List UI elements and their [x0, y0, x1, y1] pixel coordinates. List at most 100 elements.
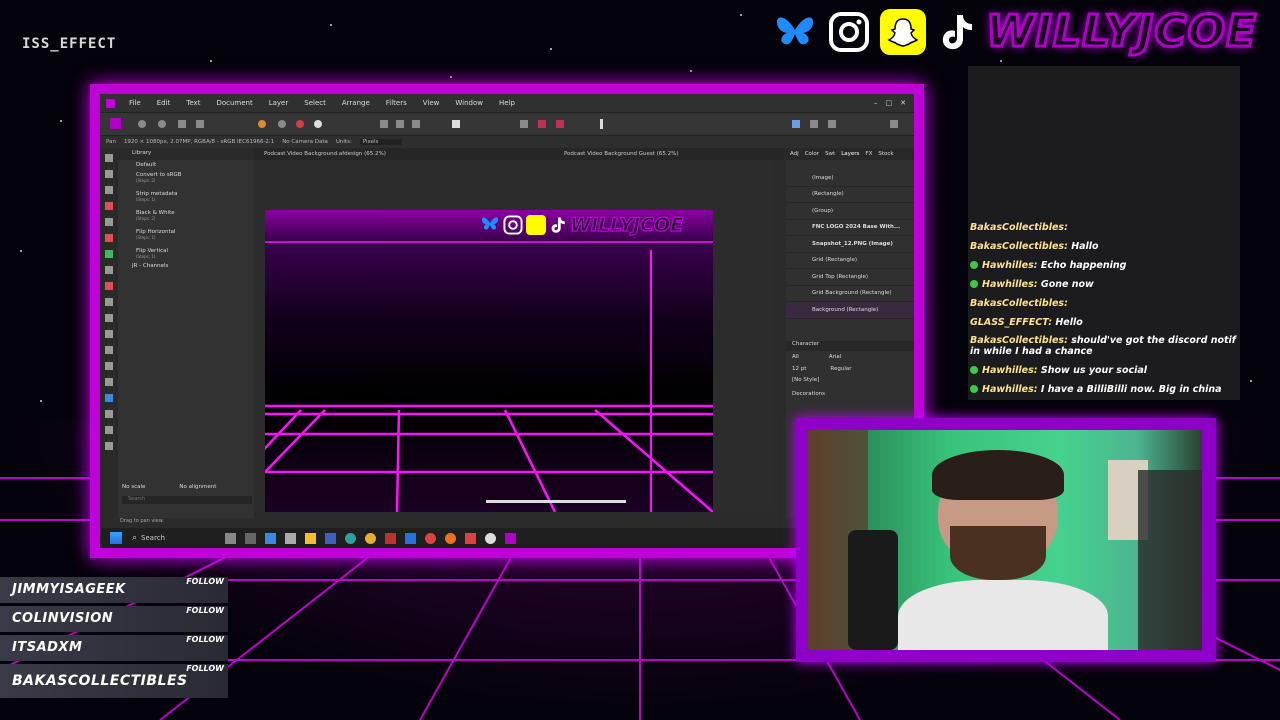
windows-start-icon[interactable]: [110, 532, 122, 544]
font-family-select[interactable]: Arial: [829, 354, 841, 360]
status-hint: Drag to pan view.: [120, 518, 164, 524]
taskbar-app-icon[interactable]: [425, 532, 437, 544]
recent-follower: JIMMYISAGEEK FOLLOW: [0, 577, 228, 603]
chat-message: Hawhilles: Echo happening: [970, 260, 1126, 271]
chat-message: Hawhilles: I have a BilliBilli now. Big …: [970, 384, 1222, 395]
chat-message: BakasCollectibles:: [970, 222, 1068, 233]
moderator-badge-icon: [970, 385, 978, 393]
menu-window[interactable]: Window: [447, 99, 491, 107]
search-icon: ⌕: [132, 533, 138, 543]
recent-follower: ITSADXM FOLLOW: [0, 635, 228, 661]
moderator-badge-icon: [970, 280, 978, 288]
tab-fx[interactable]: FX: [865, 151, 872, 157]
taskbar-app-icon[interactable]: [245, 532, 257, 544]
taskbar-app-icon[interactable]: [285, 532, 297, 544]
horizontal-scrollbar[interactable]: [486, 500, 626, 503]
pan-label: Pan: [106, 139, 116, 145]
taskbar-app-icon[interactable]: [405, 532, 417, 544]
tab-color[interactable]: Color: [805, 151, 819, 157]
canvas-area[interactable]: WILLYJCOE: [254, 160, 774, 512]
layer-row[interactable]: FNC LOGO 2024 Base With...: [786, 220, 914, 236]
taskbar-app-icon[interactable]: [465, 532, 477, 544]
layer-row[interactable]: (Rectangle): [786, 187, 914, 203]
taskbar-app-icon[interactable]: [265, 532, 277, 544]
recent-follower: BAKASCOLLECTIBLES FOLLOW: [0, 664, 228, 698]
library-item[interactable]: Strip metadata (Steps: 1): [118, 189, 254, 202]
overlay-top-left-text: ISS_EFFECT: [22, 36, 117, 52]
tools-panel: [100, 148, 118, 518]
moderator-badge-icon: [970, 366, 978, 374]
panel-tabs: Adj Color Swt Layers FX Stock: [786, 148, 914, 160]
taskbar-app-icon[interactable]: [385, 532, 397, 544]
camera-info: No Camera Data: [282, 139, 328, 145]
edge-icon[interactable]: [345, 532, 357, 544]
menu-help[interactable]: Help: [491, 99, 523, 107]
chat-message: GLASS_EFFECT: Hello: [970, 317, 1083, 328]
library-item[interactable]: Flip Vertical (Steps: 1): [118, 246, 254, 259]
layer-row[interactable]: Snapshot_12.PNG (Image): [786, 236, 914, 253]
document-tabs: Podcast Video Background.afdesign (65.2%…: [254, 148, 784, 160]
character-scope-select[interactable]: All: [792, 354, 799, 360]
library-search-input[interactable]: Search: [122, 496, 252, 504]
library-title: Library: [118, 148, 254, 160]
tab-adjustments[interactable]: Adj: [790, 151, 799, 157]
layer-row[interactable]: Grid (Rectangle): [786, 253, 914, 269]
minimize-icon[interactable]: –: [870, 99, 882, 107]
menu-text[interactable]: Text: [178, 99, 208, 107]
menu-filters[interactable]: Filters: [378, 99, 415, 107]
chat-message: Hawhilles: Gone now: [970, 279, 1094, 290]
close-icon[interactable]: ✕: [896, 99, 914, 107]
tab-stock[interactable]: Stock: [878, 151, 893, 157]
tab-layers[interactable]: Layers: [841, 151, 859, 157]
library-item[interactable]: Convert to sRGB (Steps: 2): [118, 170, 254, 183]
menu-file[interactable]: File: [121, 99, 149, 107]
library-group-default[interactable]: Default: [118, 160, 254, 170]
streamer-hair: [932, 450, 1064, 500]
taskbar-app-icon[interactable]: [325, 532, 337, 544]
font-size-select[interactable]: 12 pt: [792, 366, 806, 372]
chat-message: in while I had a chance: [970, 346, 1093, 357]
chat-message: BakasCollectibles:: [970, 298, 1068, 309]
document-canvas[interactable]: WILLYJCOE: [265, 210, 713, 512]
streamer-shirt: [898, 580, 1108, 650]
instagram-icon: [826, 9, 872, 55]
library-item[interactable]: Black & White (Steps: 2): [118, 208, 254, 221]
library-item[interactable]: Flip Horizontal (Steps: 1): [118, 227, 254, 240]
firefox-icon[interactable]: [445, 532, 457, 544]
taskbar-search-input[interactable]: Search: [141, 534, 211, 542]
font-weight-select[interactable]: Regular: [830, 366, 851, 372]
alignment-select[interactable]: No alignment: [179, 484, 216, 490]
layer-row[interactable]: (Group): [786, 203, 914, 220]
library-group-channels[interactable]: JR - Channels: [118, 259, 254, 269]
stream-chat: BakasCollectibles: BakasCollectibles: Ha…: [968, 66, 1240, 400]
main-toolbar: [100, 112, 914, 136]
snapchat-icon: [880, 9, 926, 55]
folder-icon[interactable]: [305, 532, 317, 544]
layer-row[interactable]: Grid Top (Rectangle): [786, 269, 914, 286]
layer-row[interactable]: Grid Background (Rectangle): [786, 286, 914, 302]
chrome-icon[interactable]: [365, 532, 377, 544]
menu-document[interactable]: Document: [208, 99, 260, 107]
taskbar-app-icon[interactable]: [485, 532, 497, 544]
layer-row[interactable]: Background (Rectangle): [786, 302, 914, 319]
tab-swatches[interactable]: Swt: [825, 151, 835, 157]
layer-row[interactable]: (Image): [786, 170, 914, 187]
chat-message: BakasCollectibles: Hallo: [970, 241, 1099, 252]
context-toolbar: Pan 1920 × 1080px, 2.07MP, RGBA/8 - sRGB…: [100, 136, 914, 148]
taskbar-app-icon[interactable]: [225, 532, 237, 544]
tab-document-2[interactable]: Podcast Video Background Guest (65.2%): [564, 151, 679, 157]
menu-layer[interactable]: Layer: [261, 99, 297, 107]
tab-document-1[interactable]: Podcast Video Background.afdesign (65.2%…: [264, 151, 386, 157]
text-style-select[interactable]: [No Style]: [786, 375, 914, 385]
shelf: [1138, 470, 1202, 650]
webcam-feed: [808, 430, 1202, 650]
scale-select[interactable]: No scale: [122, 484, 145, 490]
menu-select[interactable]: Select: [296, 99, 334, 107]
menu-edit[interactable]: Edit: [149, 99, 179, 107]
units-select[interactable]: Pixels: [359, 139, 403, 145]
menu-arrange[interactable]: Arrange: [334, 99, 378, 107]
bluesky-icon: [772, 9, 818, 55]
affinity-designer-icon[interactable]: [505, 532, 517, 544]
maximize-icon[interactable]: □: [882, 99, 897, 107]
menu-view[interactable]: View: [415, 99, 448, 107]
